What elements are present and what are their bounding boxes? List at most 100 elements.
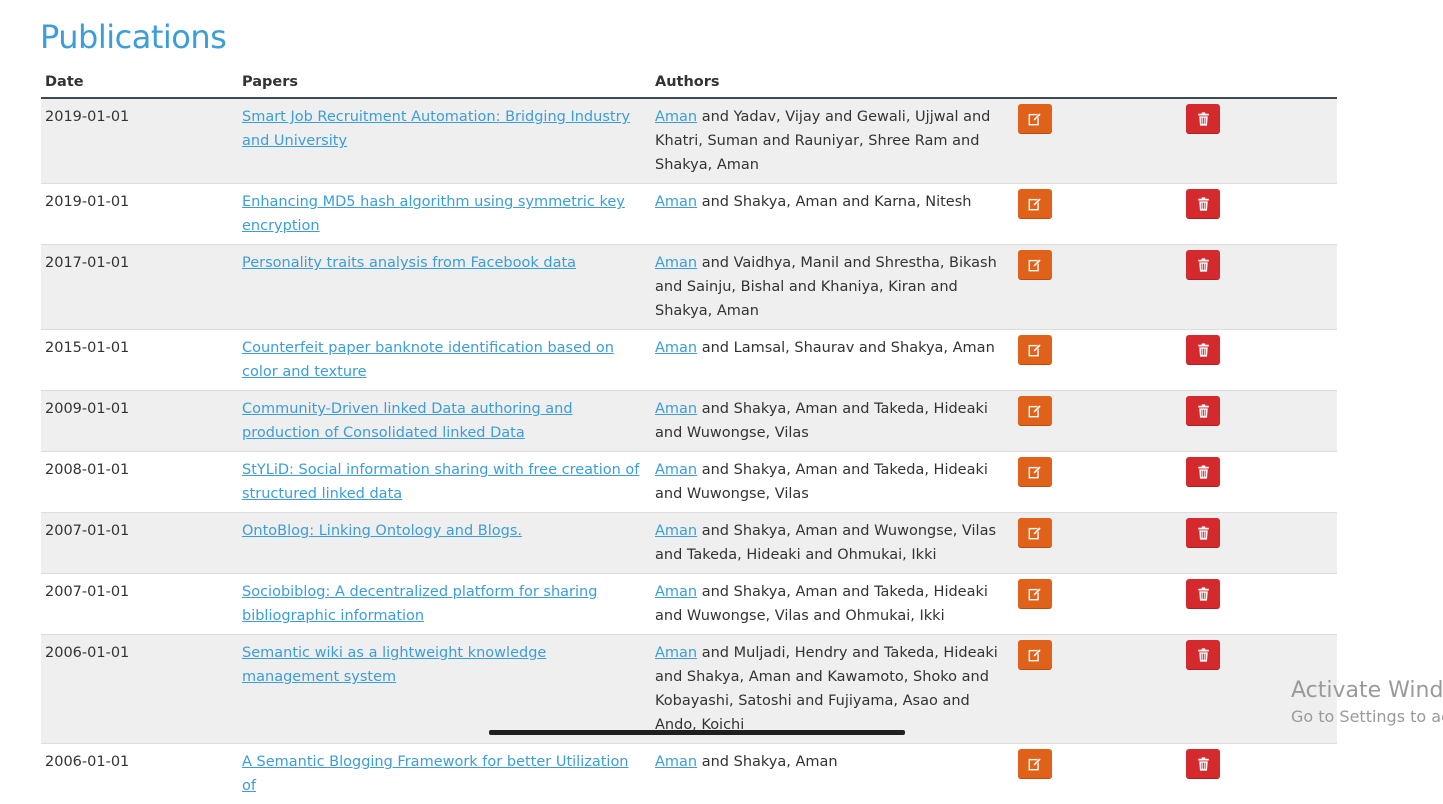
authors-cell: Aman and Shakya, Aman and Karna, Nitesh (651, 184, 1014, 245)
table-row: 2009-01-01Community-Driven linked Data a… (41, 391, 1337, 452)
pub-date: 2008-01-01 (41, 452, 238, 513)
author-link[interactable]: Aman (655, 401, 697, 417)
edit-cell (1014, 513, 1182, 574)
paper-cell: Sociobiblog: A decentralized platform fo… (238, 574, 651, 635)
delete-cell (1182, 330, 1337, 391)
header-papers: Papers (238, 66, 651, 98)
edit-button[interactable] (1018, 640, 1052, 670)
delete-cell (1182, 98, 1337, 184)
edit-button[interactable] (1018, 749, 1052, 779)
trash-icon (1197, 526, 1210, 540)
edit-icon (1028, 648, 1042, 662)
authors-cell: Aman and Muljadi, Hendry and Takeda, Hid… (651, 635, 1014, 744)
edit-icon (1028, 465, 1042, 479)
edit-button[interactable] (1018, 518, 1052, 548)
author-link[interactable]: Aman (655, 523, 697, 539)
authors-cell: Aman and Shakya, Aman (651, 744, 1014, 804)
edit-button[interactable] (1018, 396, 1052, 426)
paper-title-link[interactable]: Community-Driven linked Data authoring a… (242, 401, 573, 441)
table-header-row: Date Papers Authors (41, 66, 1337, 98)
edit-button[interactable] (1018, 579, 1052, 609)
author-link[interactable]: Aman (655, 645, 697, 661)
edit-cell (1014, 245, 1182, 330)
delete-button[interactable] (1186, 579, 1220, 609)
authors-cell: Aman and Lamsal, Shaurav and Shakya, Ama… (651, 330, 1014, 391)
paper-title-link[interactable]: OntoBlog: Linking Ontology and Blogs. (242, 523, 522, 539)
table-row: 2008-01-01StYLiD: Social information sha… (41, 452, 1337, 513)
edit-button[interactable] (1018, 189, 1052, 219)
page-title: Publications (40, 18, 226, 56)
author-link[interactable]: Aman (655, 109, 697, 125)
delete-cell (1182, 245, 1337, 330)
delete-button[interactable] (1186, 250, 1220, 280)
table-row: 2019-01-01Enhancing MD5 hash algorithm u… (41, 184, 1337, 245)
paper-title-link[interactable]: A Semantic Blogging Framework for better… (242, 754, 629, 794)
table-row: 2015-01-01Counterfeit paper banknote ide… (41, 330, 1337, 391)
edit-cell (1014, 452, 1182, 513)
paper-title-link[interactable]: Semantic wiki as a lightweight knowledge… (242, 645, 546, 685)
author-link[interactable]: Aman (655, 584, 697, 600)
paper-cell: Smart Job Recruitment Automation: Bridgi… (238, 98, 651, 184)
delete-button[interactable] (1186, 189, 1220, 219)
delete-cell (1182, 574, 1337, 635)
publications-table: Date Papers Authors 2019-01-01Smart Job … (41, 66, 1337, 804)
author-link[interactable]: Aman (655, 340, 697, 356)
header-edit (1014, 66, 1182, 98)
delete-cell (1182, 184, 1337, 245)
edit-button[interactable] (1018, 335, 1052, 365)
table-row: 2006-01-01Semantic wiki as a lightweight… (41, 635, 1337, 744)
delete-button[interactable] (1186, 749, 1220, 779)
pub-date: 2007-01-01 (41, 513, 238, 574)
author-link[interactable]: Aman (655, 194, 697, 210)
edit-cell (1014, 574, 1182, 635)
trash-icon (1197, 343, 1210, 357)
author-link[interactable]: Aman (655, 462, 697, 478)
edit-icon (1028, 757, 1042, 771)
pub-date: 2019-01-01 (41, 98, 238, 184)
author-link[interactable]: Aman (655, 255, 697, 271)
delete-button[interactable] (1186, 396, 1220, 426)
edit-cell (1014, 391, 1182, 452)
delete-button[interactable] (1186, 104, 1220, 134)
edit-button[interactable] (1018, 104, 1052, 134)
delete-button[interactable] (1186, 457, 1220, 487)
edit-icon (1028, 404, 1042, 418)
edit-cell (1014, 98, 1182, 184)
table-row: 2017-01-01Personality traits analysis fr… (41, 245, 1337, 330)
paper-cell: Semantic wiki as a lightweight knowledge… (238, 635, 651, 744)
pub-date: 2006-01-01 (41, 635, 238, 744)
pub-date: 2017-01-01 (41, 245, 238, 330)
edit-icon (1028, 526, 1042, 540)
author-link[interactable]: Aman (655, 754, 697, 770)
authors-list: and Vaidhya, Manil and Shrestha, Bikash … (655, 255, 997, 319)
paper-title-link[interactable]: Smart Job Recruitment Automation: Bridgi… (242, 109, 630, 149)
paper-title-link[interactable]: Enhancing MD5 hash algorithm using symme… (242, 194, 625, 234)
delete-button[interactable] (1186, 518, 1220, 548)
edit-button[interactable] (1018, 457, 1052, 487)
pub-date: 2007-01-01 (41, 574, 238, 635)
horizontal-scrollbar[interactable] (489, 730, 905, 735)
authors-list: and Shakya, Aman and Takeda, Hideaki and… (655, 462, 988, 502)
delete-cell (1182, 744, 1337, 804)
trash-icon (1197, 112, 1210, 126)
paper-cell: StYLiD: Social information sharing with … (238, 452, 651, 513)
pub-date: 2006-01-01 (41, 744, 238, 804)
paper-title-link[interactable]: Counterfeit paper banknote identificatio… (242, 340, 614, 380)
authors-cell: Aman and Yadav, Vijay and Gewali, Ujjwal… (651, 98, 1014, 184)
delete-button[interactable] (1186, 640, 1220, 670)
paper-cell: OntoBlog: Linking Ontology and Blogs. (238, 513, 651, 574)
paper-title-link[interactable]: Personality traits analysis from Faceboo… (242, 255, 576, 271)
delete-button[interactable] (1186, 335, 1220, 365)
edit-button[interactable] (1018, 250, 1052, 280)
edit-cell (1014, 330, 1182, 391)
paper-cell: Counterfeit paper banknote identificatio… (238, 330, 651, 391)
table-row: 2007-01-01OntoBlog: Linking Ontology and… (41, 513, 1337, 574)
paper-title-link[interactable]: Sociobiblog: A decentralized platform fo… (242, 584, 597, 624)
authors-cell: Aman and Shakya, Aman and Takeda, Hideak… (651, 574, 1014, 635)
trash-icon (1197, 258, 1210, 272)
edit-icon (1028, 343, 1042, 357)
authors-list: and Shakya, Aman (697, 754, 837, 770)
paper-title-link[interactable]: StYLiD: Social information sharing with … (242, 462, 639, 502)
paper-cell: Enhancing MD5 hash algorithm using symme… (238, 184, 651, 245)
authors-list: and Shakya, Aman and Wuwongse, Vilas and… (655, 523, 996, 563)
